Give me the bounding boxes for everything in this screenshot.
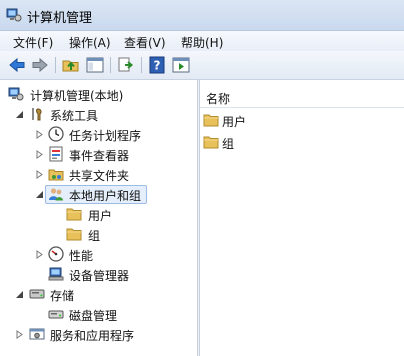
expanded-arrow-icon[interactable] [15, 290, 24, 299]
window-title: 计算机管理 [27, 11, 93, 26]
tree-item-task-scheduler[interactable]: 任务计划程序 [35, 125, 185, 144]
list-item-groups[interactable]: 组 [203, 132, 393, 152]
users-group-icon [49, 188, 63, 201]
event-viewer-icon [49, 146, 63, 162]
storage-icon [29, 289, 45, 299]
shared-folder-icon [48, 169, 64, 181]
collapsed-arrow-icon[interactable] [35, 170, 44, 179]
list-item-users[interactable]: 用户 [203, 110, 393, 130]
tree-item-disk-management[interactable]: 磁盘管理 [48, 305, 168, 324]
tree-label: 计算机管理(本地) [30, 89, 124, 103]
tree-label: 磁盘管理 [69, 309, 118, 323]
title-bar: 计算机管理 [0, 0, 404, 31]
tree-item-services-applications[interactable]: 服务和应用程序 [15, 325, 185, 344]
tree-item-performance[interactable]: 性能 [35, 245, 155, 264]
folder-icon [66, 228, 82, 241]
collapsed-arrow-icon[interactable] [35, 150, 44, 159]
tree-label: 性能 [69, 249, 94, 263]
expanded-arrow-icon[interactable] [15, 110, 24, 119]
tree-label: 共享文件夹 [69, 169, 130, 183]
collapsed-arrow-icon[interactable] [35, 250, 44, 259]
properties-icon[interactable] [172, 56, 190, 74]
computer-management-icon [8, 87, 24, 101]
collapsed-arrow-icon[interactable] [35, 130, 44, 139]
column-header-name[interactable]: 名称 [200, 87, 404, 108]
menu-bar: 文件(F) 操作(A) 查看(V) 帮助(H) [0, 31, 404, 51]
tree-item-computer-management[interactable]: 计算机管理(本地) [8, 85, 193, 104]
tree-item-groups[interactable]: 组 [66, 225, 146, 244]
navigation-tree: 计算机管理(本地) 系统工具 任务计划程序 事件查看器 共享文件夹 本地用户和组… [0, 80, 197, 356]
tree-label: 本地用户和组 [69, 189, 142, 203]
tree-label: 服务和应用程序 [50, 329, 135, 343]
tree-label: 存储 [50, 289, 75, 303]
forward-icon[interactable] [31, 56, 49, 74]
services-applications-icon [29, 328, 45, 340]
toolbar-separator [55, 57, 56, 73]
menu-action[interactable]: 操作(A) [69, 34, 111, 51]
disk-management-icon [48, 310, 64, 319]
tools-icon [32, 108, 42, 121]
expanded-arrow-icon[interactable] [35, 190, 44, 199]
tree-label: 系统工具 [50, 109, 99, 123]
toolbar: ? [0, 51, 404, 80]
folder-icon [203, 136, 219, 149]
svg-text:?: ? [154, 59, 161, 73]
menu-view[interactable]: 查看(V) [124, 34, 166, 51]
tree-item-storage[interactable]: 存储 [15, 285, 135, 304]
tree-item-shared-folders[interactable]: 共享文件夹 [35, 165, 185, 184]
list-item-label: 用户 [222, 115, 247, 129]
menu-help[interactable]: 帮助(H) [181, 34, 223, 51]
tree-item-event-viewer[interactable]: 事件查看器 [35, 145, 185, 164]
tree-label: 组 [88, 229, 101, 243]
details-list: 名称 用户 组 [200, 80, 404, 356]
up-folder-icon[interactable] [62, 56, 80, 74]
device-manager-icon [48, 267, 64, 281]
collapsed-arrow-icon[interactable] [15, 330, 24, 339]
performance-gauge-icon [48, 246, 64, 262]
help-icon[interactable]: ? [148, 56, 166, 74]
toolbar-separator [110, 57, 111, 73]
list-item-label: 组 [222, 137, 235, 151]
folder-icon [203, 114, 219, 127]
toolbar-separator [141, 57, 142, 73]
tree-item-system-tools[interactable]: 系统工具 [15, 105, 185, 124]
tree-item-users[interactable]: 用户 [66, 205, 146, 224]
column-header-label: 名称 [206, 92, 231, 106]
show-hide-tree-icon[interactable] [86, 56, 104, 74]
clock-icon [48, 126, 64, 142]
tree-label: 事件查看器 [69, 149, 130, 163]
tree-item-device-manager[interactable]: 设备管理器 [48, 265, 168, 284]
export-list-icon[interactable] [117, 56, 135, 74]
tree-label: 用户 [88, 209, 113, 223]
tree-label: 任务计划程序 [69, 129, 142, 143]
back-icon[interactable] [8, 56, 26, 74]
folder-icon [66, 208, 82, 221]
menu-file[interactable]: 文件(F) [13, 34, 53, 51]
tree-item-local-users-groups[interactable]: 本地用户和组 [35, 185, 150, 204]
computer-management-icon [6, 8, 22, 22]
tree-label: 设备管理器 [69, 269, 130, 283]
